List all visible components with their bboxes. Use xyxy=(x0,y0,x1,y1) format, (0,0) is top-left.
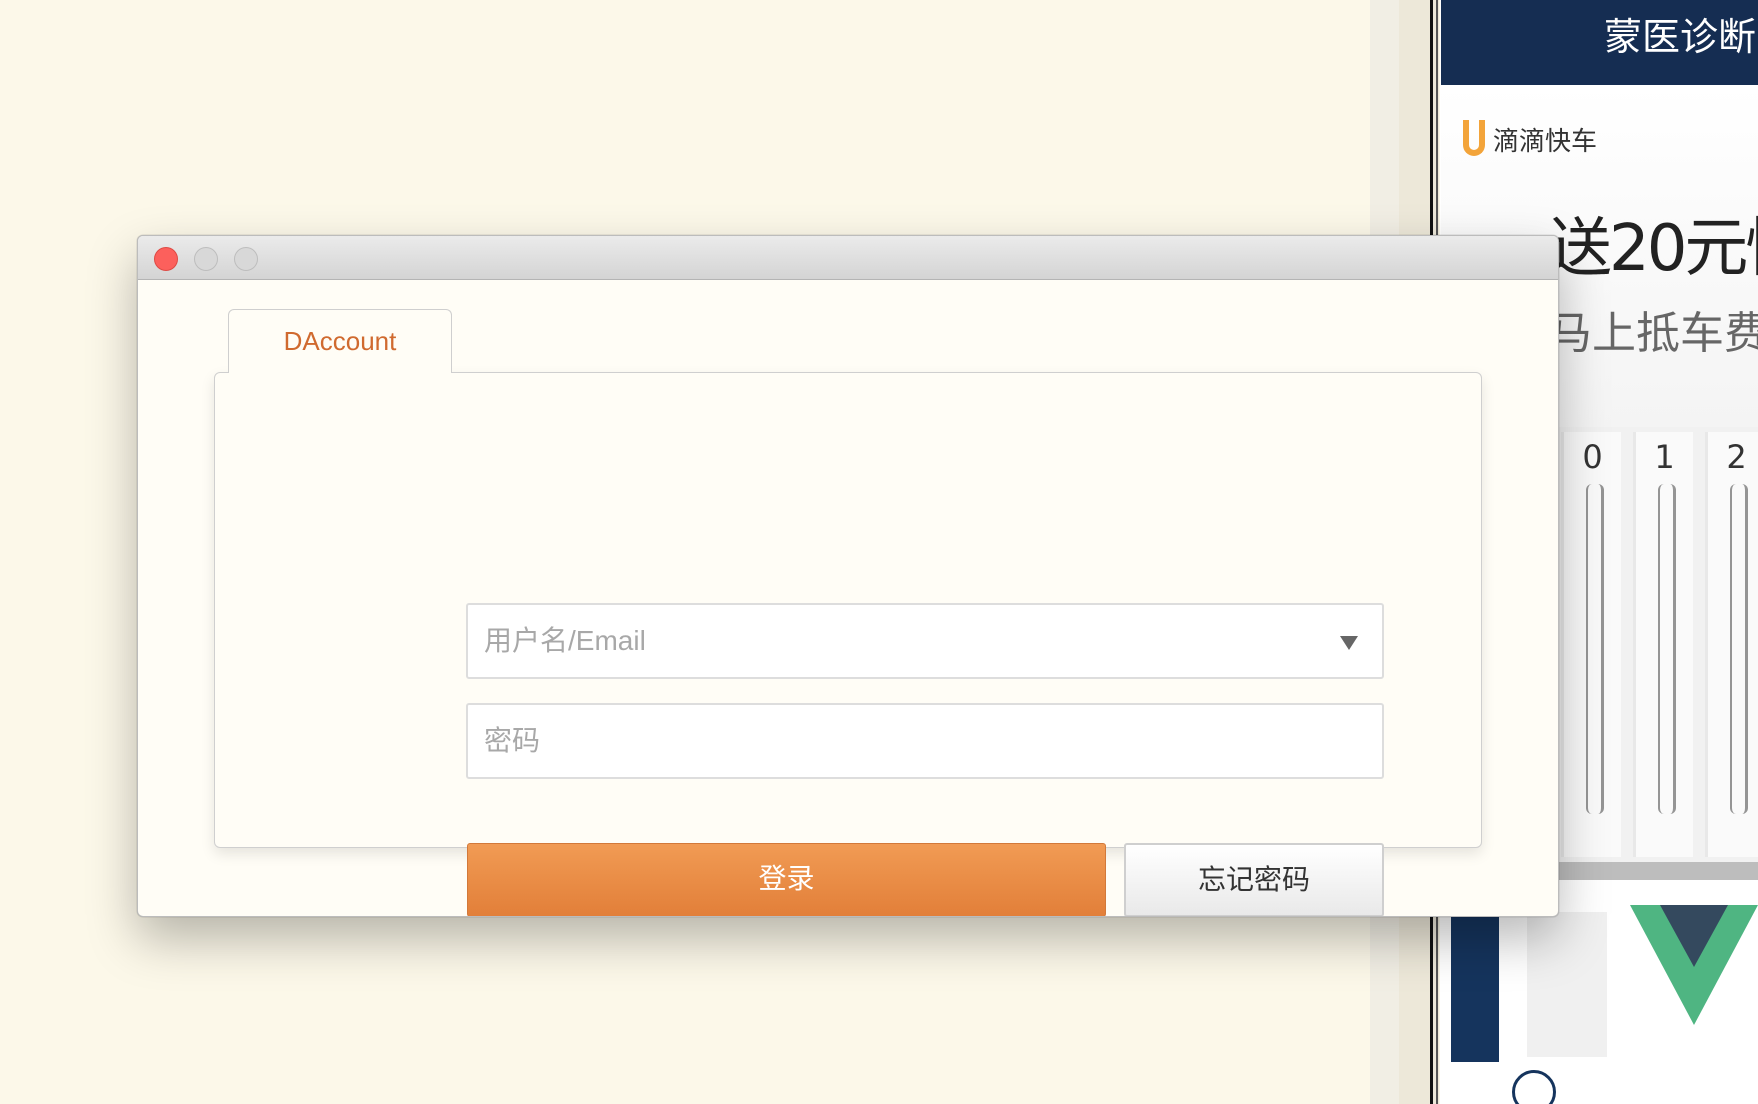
username-placeholder: 用户名/Email xyxy=(484,625,646,656)
mongolian-banner xyxy=(1451,916,1499,1062)
login-form-panel: 用户名/Email 密码 登录 忘记密码 xyxy=(214,372,1482,916)
login-window: DAccount 用户名/Email 密码 登录 忘记密码 xyxy=(137,235,1559,917)
background-separator xyxy=(1556,862,1758,880)
ad-headline: 送20元快车券 xyxy=(1548,212,1758,286)
username-input[interactable]: 用户名/Email xyxy=(466,603,1384,679)
ad-brand: 滴滴快车 xyxy=(1493,127,1598,157)
chevron-down-icon[interactable] xyxy=(1340,636,1358,650)
vue-logo-inner-icon xyxy=(1660,905,1728,967)
mongolian-dropdown[interactable] xyxy=(1527,912,1607,1057)
close-window-button[interactable] xyxy=(154,247,178,271)
background-app-header: 蒙医诊断 xyxy=(1441,0,1758,85)
minimize-window-button[interactable] xyxy=(194,247,218,271)
ad-subline: 马上抵车费 xyxy=(1548,308,1758,359)
login-button[interactable]: 登录 xyxy=(467,843,1106,916)
background-card[interactable]: 2 xyxy=(1705,432,1758,857)
card-number: 1 xyxy=(1654,438,1675,476)
mongolian-script-icon xyxy=(1730,484,1748,814)
card-number: 0 xyxy=(1582,438,1603,476)
didi-logo-icon xyxy=(1463,120,1485,156)
background-card[interactable]: 1 xyxy=(1633,432,1693,857)
mongolian-script-icon xyxy=(1586,484,1604,814)
card-number: 2 xyxy=(1726,438,1747,476)
password-input[interactable]: 密码 xyxy=(466,703,1384,779)
maximize-window-button[interactable] xyxy=(234,247,258,271)
forgot-password-button[interactable]: 忘记密码 xyxy=(1124,843,1384,916)
tab-daccount[interactable]: DAccount xyxy=(228,309,452,373)
password-placeholder: 密码 xyxy=(484,725,541,756)
window-titlebar[interactable] xyxy=(138,236,1558,280)
mongolian-script-icon xyxy=(1658,484,1676,814)
background-card[interactable]: 0 xyxy=(1561,432,1621,857)
